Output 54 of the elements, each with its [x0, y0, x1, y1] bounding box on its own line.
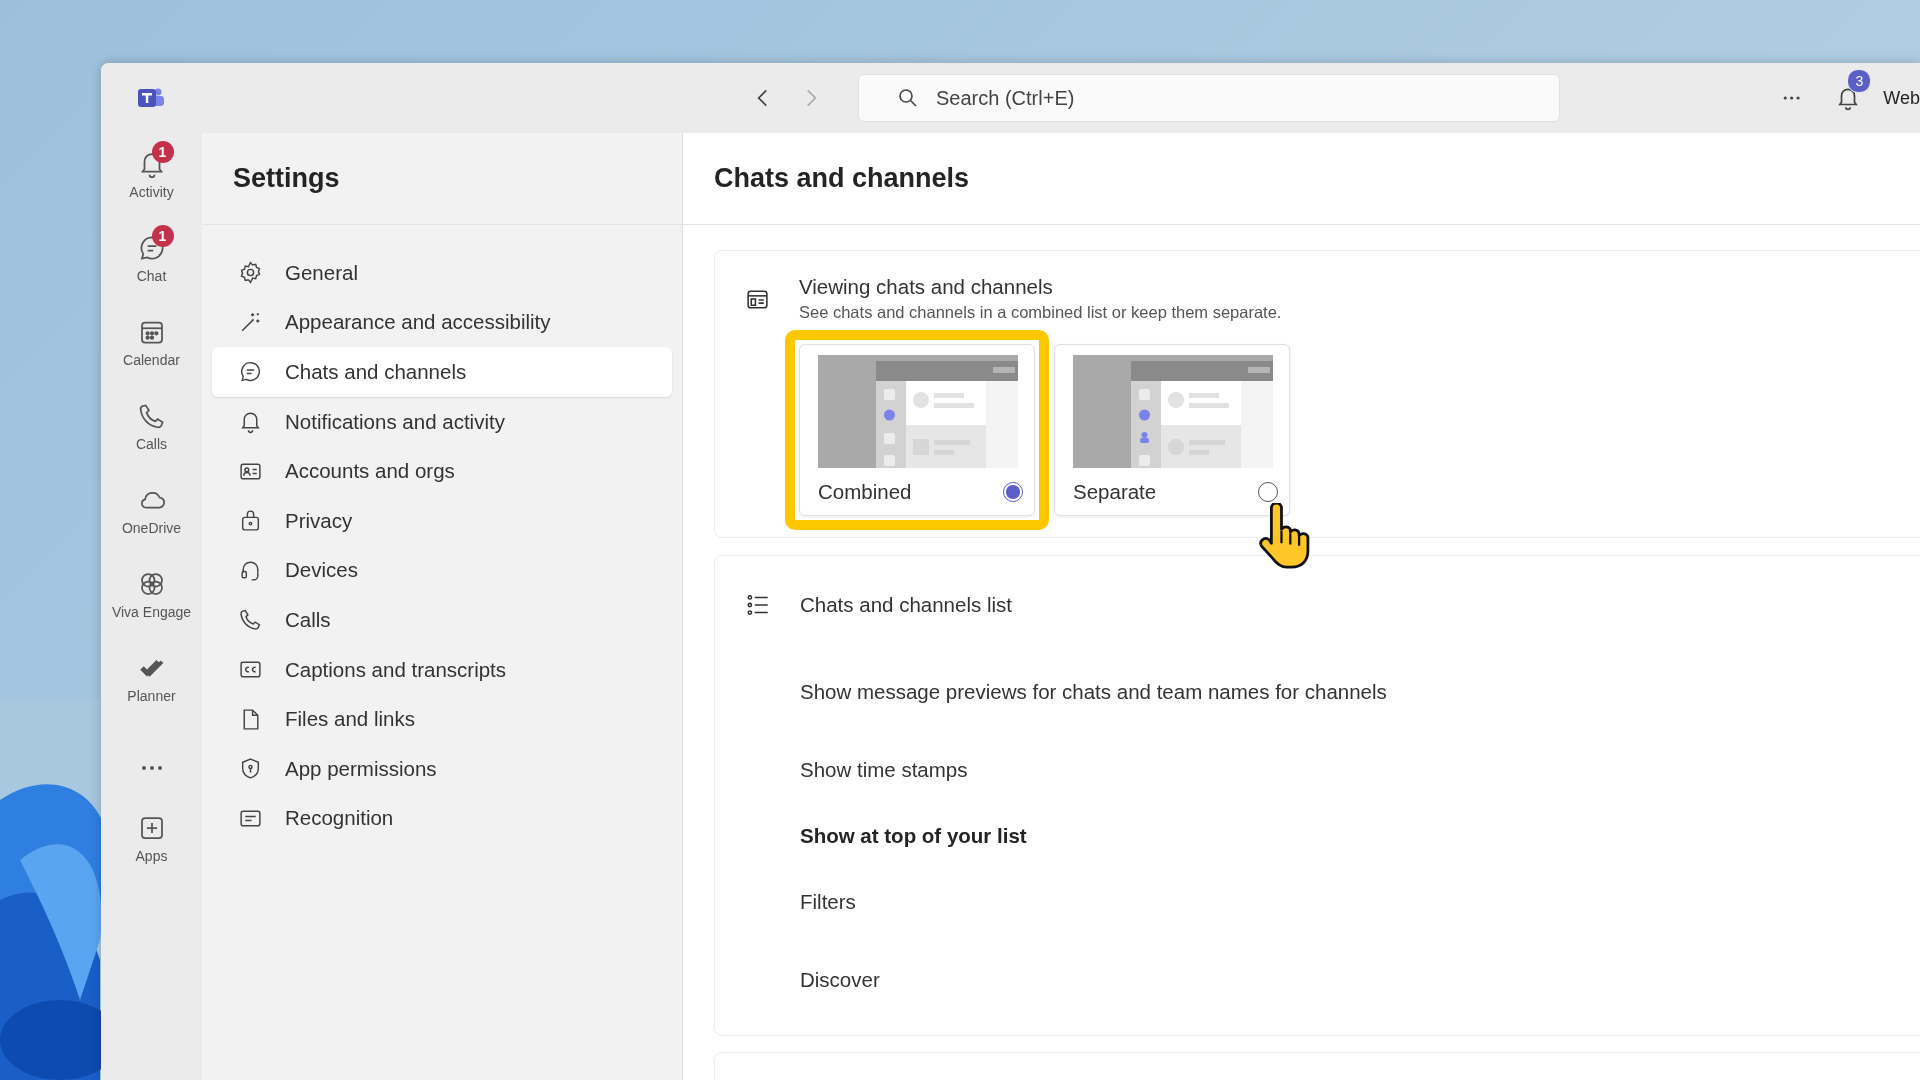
- more-icon[interactable]: [139, 765, 164, 771]
- settings-nav-item[interactable]: Calls: [212, 595, 672, 645]
- list-icon: [745, 592, 771, 618]
- rail-label: Viva Engage: [111, 604, 192, 620]
- gear-icon: [238, 260, 263, 286]
- setting-label: Show time stamps: [800, 758, 968, 782]
- section-title: Viewing chats and channels: [799, 275, 1054, 299]
- rail-item[interactable]: 1 Activity: [106, 142, 197, 226]
- rail-label: Chat: [136, 268, 167, 284]
- rail-label: Planner: [127, 688, 176, 704]
- rail-item[interactable]: OneDrive: [106, 478, 197, 562]
- rail-item[interactable]: Viva Engage: [106, 562, 197, 646]
- section-title: Chats and channels list: [800, 593, 1012, 617]
- user-name[interactable]: Web: [1883, 87, 1920, 109]
- phone-icon: [238, 607, 263, 633]
- subsection-heading: Show at top of your list: [800, 824, 1027, 848]
- count-badge: 1: [151, 225, 174, 247]
- settings-nav-item[interactable]: Recognition: [212, 793, 672, 844]
- notification-badge: 3: [1847, 69, 1872, 93]
- settings-nav-item[interactable]: Captions and transcripts: [212, 644, 672, 695]
- rail-label: Calls: [135, 436, 168, 452]
- rail-label: Apps: [135, 848, 168, 864]
- settings-nav-item[interactable]: Appearance and accessibility: [212, 297, 672, 348]
- hand-cursor-icon: [1256, 503, 1312, 571]
- rail-item[interactable]: Calls: [106, 394, 197, 478]
- settings-nav-item[interactable]: App permissions: [212, 743, 672, 794]
- radio-button[interactable]: [1003, 481, 1023, 502]
- rail-item[interactable]: Calendar: [106, 310, 197, 394]
- setting-label: Filters: [800, 890, 856, 914]
- layout-icon: [745, 287, 770, 312]
- settings-nav-item[interactable]: Chats and channels: [212, 347, 672, 397]
- option-card[interactable]: Separate: [1054, 344, 1290, 516]
- rail-label: Calendar: [123, 352, 180, 368]
- settings-nav-item[interactable]: Notifications and activity: [212, 396, 672, 447]
- rail-item[interactable]: 1 Chat: [106, 226, 197, 310]
- more-icon[interactable]: [1782, 95, 1802, 101]
- rail-label: Activity: [129, 184, 174, 200]
- settings-title: Settings: [233, 163, 340, 194]
- rail-item[interactable]: Planner: [106, 646, 197, 730]
- rail-item[interactable]: Apps: [106, 806, 197, 890]
- section-description: See chats and channels in a combined list or keep them separate.: [799, 303, 1283, 322]
- radio-button[interactable]: [1258, 481, 1278, 502]
- settings-nav-item[interactable]: Privacy: [212, 495, 672, 546]
- count-badge: 1: [151, 141, 174, 163]
- setting-label: Show message previews for chats and team names for channels: [800, 680, 1387, 704]
- search-field[interactable]: Search (Ctrl+E): [858, 74, 1561, 122]
- option-card[interactable]: Combined: [799, 344, 1035, 516]
- settings-nav-item[interactable]: Accounts and orgs: [212, 446, 672, 496]
- setting-label: Discover: [800, 968, 880, 992]
- settings-nav-item[interactable]: Devices: [212, 545, 672, 596]
- page-title: Chats and channels: [714, 163, 970, 194]
- rail-label: OneDrive: [121, 520, 182, 536]
- settings-nav-item[interactable]: General: [212, 248, 672, 298]
- settings-nav-item[interactable]: Files and links: [212, 694, 672, 744]
